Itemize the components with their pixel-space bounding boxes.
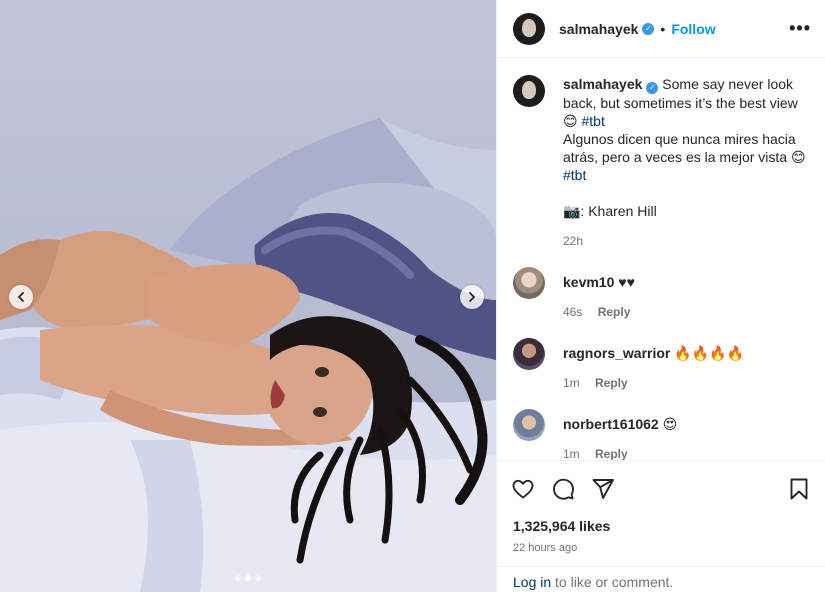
comment-username[interactable]: kevm10 (563, 274, 614, 290)
instagram-post: salmahayek ✓ • Follow ••• salmahayek ✓ So… (0, 0, 825, 592)
commenter-avatar[interactable] (513, 409, 545, 441)
comment-text: ♥♥ (618, 274, 635, 290)
post-timestamp[interactable]: 22 hours ago (509, 542, 813, 554)
verified-badge-icon: ✓ (642, 22, 655, 35)
login-prompt: Log in to like or comment. (497, 566, 825, 592)
comment-text: 😍 (662, 416, 678, 432)
owner-avatar[interactable] (513, 12, 545, 45)
comment-text: 🔥🔥🔥🔥 (674, 345, 744, 361)
verified-badge-icon: ✓ (646, 82, 659, 94)
hashtag-link[interactable]: #tbt (582, 113, 605, 129)
comment-body: kevm10 ♥♥ 46s Reply (563, 267, 809, 321)
follow-button[interactable]: Follow (671, 21, 715, 37)
reply-button[interactable]: Reply (595, 447, 628, 460)
bookmark-icon (790, 478, 808, 500)
comment-body: ragnors_warrior 🔥🔥🔥🔥 1m Reply (563, 338, 809, 392)
login-link[interactable]: Log in (513, 574, 551, 590)
carousel-dot (235, 575, 241, 581)
caption-time[interactable]: 22h (563, 234, 583, 248)
comment-time[interactable]: 1m (563, 376, 580, 390)
commenter-avatar[interactable] (513, 267, 545, 299)
photo-credit: 📷: Kharen Hill (563, 203, 657, 219)
commenter-avatar[interactable] (513, 338, 545, 370)
post-actions: 1,325,964 likes 22 hours ago (497, 460, 825, 554)
comment-username[interactable]: norbert161062 (563, 416, 659, 432)
carousel-prev-button[interactable] (9, 285, 33, 309)
reply-button[interactable]: Reply (598, 305, 631, 319)
post-side-panel: salmahayek ✓ • Follow ••• salmahayek ✓ So… (496, 0, 825, 592)
carousel-indicator (235, 575, 261, 581)
reply-button[interactable]: Reply (595, 376, 628, 390)
owner-username[interactable]: salmahayek (559, 21, 638, 37)
comment-meta: 46s Reply (563, 303, 809, 321)
more-options-icon[interactable]: ••• (789, 18, 811, 39)
chevron-right-icon (469, 292, 476, 302)
login-suffix: to like or comment. (551, 574, 674, 590)
like-button[interactable] (509, 475, 537, 503)
comment-body: norbert161062 😍 1m Reply (563, 409, 809, 460)
chevron-left-icon (17, 292, 24, 302)
heart-icon (512, 479, 534, 499)
caption-text-es: Algunos dicen que nunca mires hacia atrá… (563, 131, 806, 165)
caption-username[interactable]: salmahayek (563, 76, 642, 92)
caption-meta: 22h (563, 232, 809, 250)
comment-button[interactable] (549, 475, 577, 503)
post-media[interactable] (0, 0, 496, 592)
comment-username[interactable]: ragnors_warrior (563, 345, 670, 361)
share-button[interactable] (589, 475, 617, 503)
carousel-dot (255, 575, 261, 581)
header-separator: • (660, 20, 666, 37)
comment-meta: 1m Reply (563, 445, 809, 460)
post-header: salmahayek ✓ • Follow ••• (497, 0, 825, 58)
comment-item: kevm10 ♥♥ 46s Reply (513, 267, 809, 321)
share-icon (592, 479, 614, 499)
caption-avatar[interactable] (513, 75, 545, 107)
carousel-next-button[interactable] (460, 285, 484, 309)
comment-meta: 1m Reply (563, 374, 809, 392)
hashtag-link[interactable]: #tbt (563, 167, 586, 183)
comment-time[interactable]: 1m (563, 447, 580, 460)
comment-item: ragnors_warrior 🔥🔥🔥🔥 1m Reply (513, 338, 809, 392)
likes-count[interactable]: 1,325,964 likes (509, 518, 813, 534)
caption-body: salmahayek ✓ Some say never look back, bu… (563, 75, 809, 250)
comments-section[interactable]: salmahayek ✓ Some say never look back, bu… (497, 59, 825, 460)
carousel-dot-active (245, 575, 251, 581)
comment-item: norbert161062 😍 1m Reply (513, 409, 809, 460)
comment-icon (553, 478, 574, 500)
save-button[interactable] (785, 475, 813, 503)
action-icons (509, 475, 813, 503)
post-caption: salmahayek ✓ Some say never look back, bu… (513, 75, 809, 250)
comment-time[interactable]: 46s (563, 305, 582, 319)
post-photo (0, 118, 496, 592)
